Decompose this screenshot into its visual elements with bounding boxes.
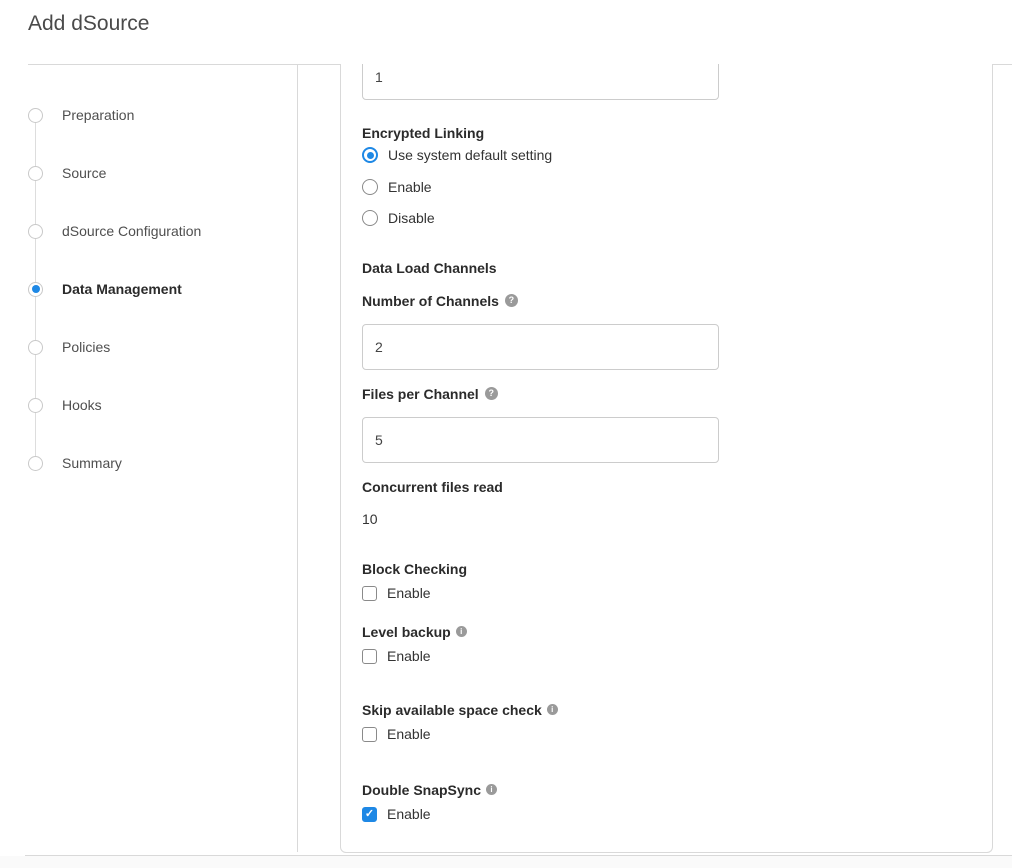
step-label: Source — [62, 165, 106, 181]
double-snapsync-label: Double SnapSync i — [362, 781, 497, 798]
checkbox-label: Enable — [387, 726, 431, 742]
double-snapsync-enable-checkbox[interactable]: ✓ Enable — [362, 804, 431, 824]
checkbox-icon[interactable]: ✓ — [362, 807, 377, 822]
step-circle-icon — [28, 340, 43, 355]
radio-icon[interactable] — [362, 179, 378, 195]
step-label: Data Management — [62, 281, 182, 297]
radio-dot — [367, 152, 374, 159]
step-hooks[interactable]: Hooks — [28, 395, 102, 415]
radio-label: Enable — [388, 179, 432, 195]
step-source[interactable]: Source — [28, 163, 106, 183]
step-label: Hooks — [62, 397, 102, 413]
skip-available-space-check-label: Skip available space check i — [362, 701, 558, 718]
add-dsource-wizard: Add dSource Preparation Source dSource C… — [0, 0, 1012, 868]
step-data-management[interactable]: Data Management — [28, 279, 182, 299]
wizard-stepper: Preparation Source dSource Configuration… — [0, 64, 297, 852]
checkbox-label: Enable — [387, 806, 431, 822]
step-policies[interactable]: Policies — [28, 337, 110, 357]
radio-label: Disable — [388, 210, 435, 226]
files-per-channel-label: Files per Channel ? — [362, 385, 498, 402]
sidebar-divider — [297, 65, 298, 852]
top-number-input[interactable] — [362, 64, 719, 100]
checkbox-icon[interactable]: ✓ — [362, 586, 377, 601]
step-dsource-configuration[interactable]: dSource Configuration — [28, 221, 201, 241]
number-of-channels-input[interactable] — [362, 324, 719, 370]
block-checking-label: Block Checking — [362, 560, 467, 577]
step-circle-icon — [28, 108, 43, 123]
step-circle-icon — [28, 224, 43, 239]
checkbox-icon[interactable]: ✓ — [362, 727, 377, 742]
radio-label: Use system default setting — [388, 147, 552, 163]
step-label: Summary — [62, 455, 122, 471]
level-backup-label: Level backup i — [362, 623, 467, 640]
data-management-form-panel: Encrypted Linking Use system default set… — [340, 64, 993, 853]
radio-use-system-default[interactable]: Use system default setting — [362, 145, 552, 165]
active-step-dot — [32, 285, 40, 293]
step-circle-icon — [28, 456, 43, 471]
skip-available-space-check-enable-checkbox[interactable]: ✓ Enable — [362, 724, 431, 744]
radio-enable[interactable]: Enable — [362, 177, 432, 197]
step-circle-icon — [28, 398, 43, 413]
radio-disable[interactable]: Disable — [362, 208, 435, 228]
page-title: Add dSource — [28, 12, 149, 36]
label-text: Number of Channels — [362, 293, 499, 309]
files-per-channel-input[interactable] — [362, 417, 719, 463]
step-circle-icon — [28, 282, 43, 297]
checkbox-icon[interactable]: ✓ — [362, 649, 377, 664]
info-icon[interactable]: i — [486, 784, 497, 795]
block-checking-enable-checkbox[interactable]: ✓ Enable — [362, 583, 431, 603]
checkbox-label: Enable — [387, 648, 431, 664]
label-text: Double SnapSync — [362, 782, 481, 798]
step-preparation[interactable]: Preparation — [28, 105, 134, 125]
level-backup-enable-checkbox[interactable]: ✓ Enable — [362, 646, 431, 666]
info-icon[interactable]: i — [456, 626, 467, 637]
info-icon[interactable]: i — [547, 704, 558, 715]
concurrent-files-read-label: Concurrent files read — [362, 478, 503, 495]
help-icon[interactable]: ? — [505, 294, 518, 307]
step-circle-icon — [28, 166, 43, 181]
concurrent-files-read-value: 10 — [362, 511, 378, 527]
label-text: Files per Channel — [362, 386, 479, 402]
encrypted-linking-label: Encrypted Linking — [362, 124, 484, 141]
step-label: Policies — [62, 339, 110, 355]
data-load-channels-section-label: Data Load Channels — [362, 259, 497, 276]
checkbox-label: Enable — [387, 585, 431, 601]
radio-icon[interactable] — [362, 147, 378, 163]
checkmark-icon: ✓ — [365, 809, 374, 820]
label-text: Level backup — [362, 624, 451, 640]
label-text: Skip available space check — [362, 702, 542, 718]
step-label: dSource Configuration — [62, 223, 201, 239]
number-of-channels-label: Number of Channels ? — [362, 292, 518, 309]
step-summary[interactable]: Summary — [28, 453, 122, 473]
step-label: Preparation — [62, 107, 134, 123]
radio-icon[interactable] — [362, 210, 378, 226]
footer-strip — [0, 856, 1012, 868]
help-icon[interactable]: ? — [485, 387, 498, 400]
